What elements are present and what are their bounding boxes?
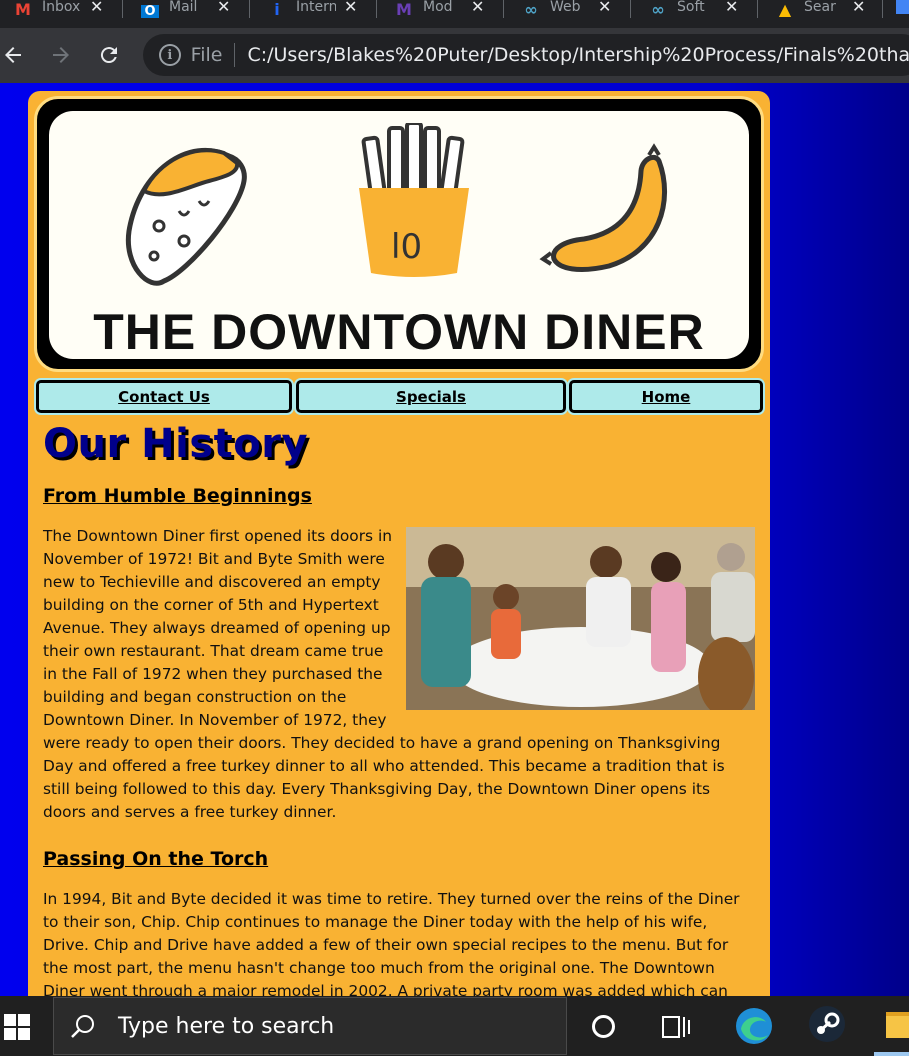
page-title: Our History [43,421,309,467]
tab-title: Inbox [42,0,81,15]
outlook-icon: O [139,0,161,18]
mod-icon: M [396,0,412,19]
taco-icon [125,148,247,286]
tab-separator [376,0,377,18]
tab-title: Mail [169,0,198,15]
task-view-icon[interactable] [662,1014,690,1044]
nav-label[interactable]: Specials [396,388,466,406]
soft-icon: ∞ [651,0,665,19]
address-bar[interactable]: i File C:/Users/Blakes%20Puter/Desktop/I… [143,34,909,76]
tab-separator [882,0,883,18]
section-paragraph: In 1994, Bit and Byte decided it was tim… [43,888,755,996]
address-separator [234,43,236,67]
section-heading: From Humble Beginnings [43,485,312,507]
file-explorer-icon[interactable] [886,1012,909,1038]
reload-icon[interactable] [92,38,126,72]
banner-panel: l0 THE DOWNTOWN DINER [49,111,749,360]
section-paragraph: The Downtown Diner first opened its door… [43,525,755,824]
tab-separator [122,0,123,18]
tab-separator [757,0,758,18]
tab-inbox[interactable]: M Inbox ✕ [0,0,122,18]
browser-tab-strip: M Inbox ✕ O Mail ✕ i Intern ✕ M Mod ✕ ∞ … [0,0,909,28]
history-content: Our History From Humble Beginnings The D… [43,421,755,996]
fries-icon: l0 [359,123,469,277]
diner-page-container: l0 THE DOWNTOWN DINER Contact Us Special… [28,91,770,996]
page-viewport: l0 THE DOWNTOWN DINER Contact Us Special… [0,83,909,996]
close-tab-icon[interactable]: ✕ [217,0,230,16]
gmail-icon: M [15,0,31,19]
steam-icon[interactable] [808,1005,846,1047]
tab-separator [503,0,504,18]
browser-toolbar: i File C:/Users/Blakes%20Puter/Desktop/I… [0,28,909,83]
docs-icon[interactable] [896,0,909,14]
scheme-label: File [190,44,223,66]
diner-banner: l0 THE DOWNTOWN DINER [34,96,764,372]
cortana-icon[interactable] [592,1015,615,1038]
svg-text:l0: l0 [391,227,422,267]
nav-home[interactable]: Home [569,380,763,413]
sausage-icon [539,143,668,272]
close-tab-icon[interactable]: ✕ [90,0,103,16]
banner-title: THE DOWNTOWN DINER [93,304,705,360]
tab-title: Intern [296,0,336,15]
section-text: In 1994, Bit and Byte decided it was tim… [43,890,740,996]
close-tab-icon[interactable]: ✕ [725,0,738,16]
nav-label[interactable]: Home [642,388,691,406]
tab-separator [249,0,250,18]
tab-title: Sear [804,0,836,15]
tab-title: Soft [677,0,705,15]
close-tab-icon[interactable]: ✕ [598,0,611,16]
drive-icon: ▲ [778,0,792,19]
windows-taskbar: Type here to search [0,996,909,1056]
edge-browser-icon[interactable] [735,1007,773,1049]
section-heading: Passing On the Torch [43,848,269,870]
family-dining-photo [406,527,755,710]
tab-soft[interactable]: ∞ Soft ✕ [635,0,757,18]
close-tab-icon[interactable]: ✕ [852,0,865,16]
info-icon[interactable]: i [159,44,181,66]
taskbar-search-box[interactable]: Type here to search [53,997,567,1055]
close-tab-icon[interactable]: ✕ [344,0,357,16]
nav-contact-us[interactable]: Contact Us [36,380,292,413]
forward-arrow-icon[interactable] [44,38,78,72]
url-text[interactable]: C:/Users/Blakes%20Puter/Desktop/Intershi… [247,44,909,66]
tab-mail[interactable]: O Mail ✕ [127,0,249,18]
tab-web[interactable]: ∞ Web ✕ [508,0,630,18]
tab-search[interactable]: ▲ Sear ✕ [762,0,884,18]
nav-label[interactable]: Contact Us [118,388,210,406]
search-icon [71,1015,94,1038]
nav-specials[interactable]: Specials [296,380,566,413]
indeed-icon: i [274,0,280,19]
web-icon: ∞ [524,0,538,19]
active-app-indicator [874,1052,909,1056]
tab-separator [630,0,631,18]
back-arrow-icon[interactable] [0,38,30,72]
tab-title: Web [550,0,581,15]
windows-start-icon[interactable] [4,1014,30,1044]
search-placeholder: Type here to search [118,1013,335,1039]
tab-intern[interactable]: i Intern ✕ [254,0,376,18]
close-tab-icon[interactable]: ✕ [471,0,484,16]
tab-title: Mod [423,0,453,15]
tab-mod[interactable]: M Mod ✕ [381,0,503,18]
